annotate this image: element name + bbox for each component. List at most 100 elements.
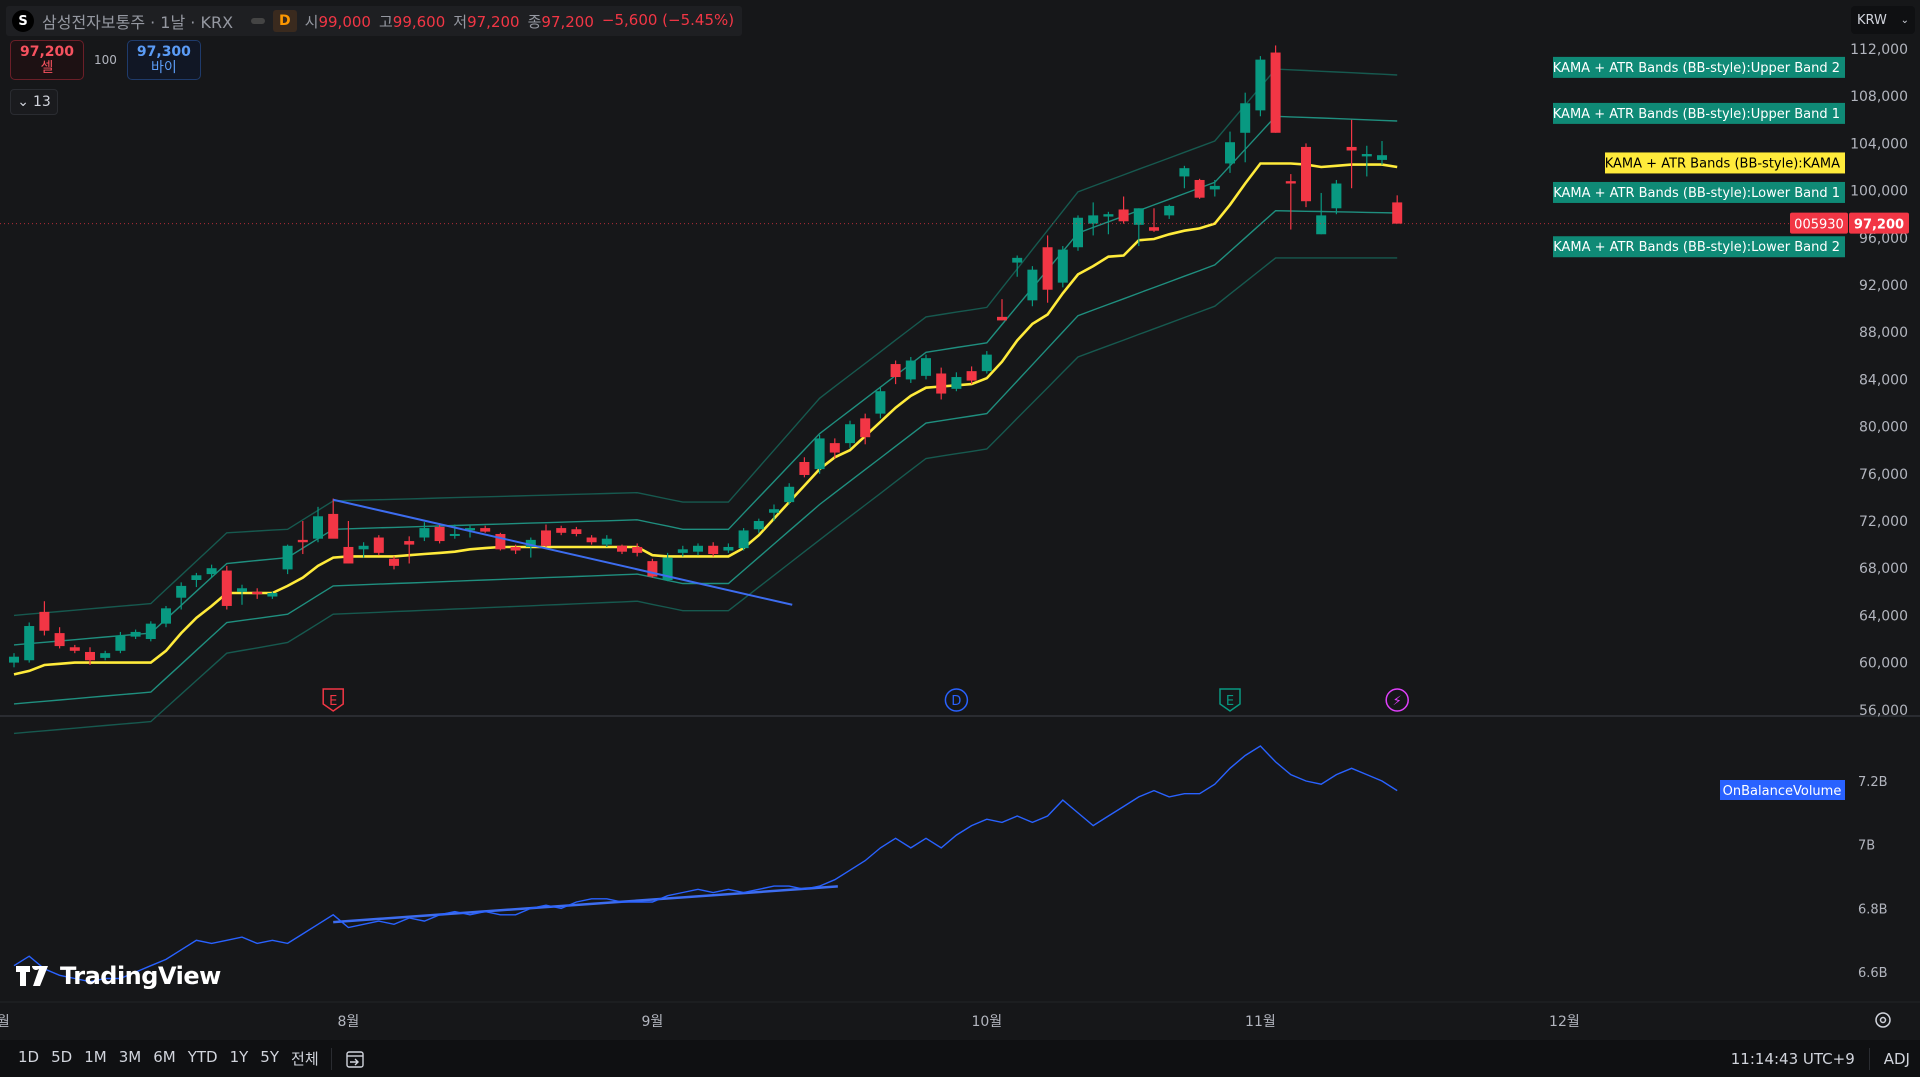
tradingview-logo[interactable]: TradingView [16,962,221,990]
candle-body [297,539,308,543]
sell-price: 97,200 [19,44,75,60]
chart-canvas[interactable]: 112,000108,000104,000100,00096,00092,000… [0,0,1920,1040]
candle-body [313,516,323,539]
time-tick-label: 11월 [1245,1014,1276,1030]
candle-body [997,316,1007,321]
tradingview-logo-icon [16,966,48,986]
range-3m[interactable]: 3M [113,1048,148,1069]
candle-body [373,537,384,553]
candle-body [860,418,871,438]
adjust-toggle[interactable]: ADJ [1884,1050,1910,1068]
candle [1301,143,1311,208]
price-tick-label: 100,000 [1850,184,1908,200]
candle-body [145,623,156,639]
candle-body [449,533,460,536]
range-1d[interactable]: 1D [12,1048,45,1069]
ohlc-values: 시99,000 고99,600 저97,200 종97,200 −5,600 (… [305,11,734,32]
close-value: 97,200 [541,12,594,31]
close-key: 종 [527,12,542,31]
candle [905,356,916,383]
candle-body [419,528,430,538]
price-tick-label: 108,000 [1850,89,1908,105]
data-badge[interactable]: D [273,10,297,32]
candle-body [115,635,126,651]
candle-body [237,588,247,592]
price-tick-label: 68,000 [1859,561,1908,577]
candle-body [9,656,19,663]
candle [495,532,506,551]
open-key: 시 [304,12,319,31]
symbol-legend[interactable]: S 삼성전자보통주 · 1날 · KRX D 시99,000 고99,600 저… [6,6,743,36]
candle-body [951,377,962,389]
candle-body [282,545,293,570]
symbol-logo: S [12,10,34,32]
indicators-collapse-button[interactable]: ⌄ 13 [10,89,58,115]
indicator-tag-lower2: KAMA + ATR Bands (BB-style):Lower Band 2 [1553,236,1845,258]
candle-body [267,592,278,597]
order-quantity[interactable]: 100 [94,53,117,67]
price-tick-label: 80,000 [1859,420,1908,436]
candle-body [1012,257,1023,263]
high-key: 고 [378,12,393,31]
range-ytd[interactable]: YTD [182,1048,224,1069]
trade-buttons: 97,200 셀 100 97,300 바이 [10,40,201,80]
candle-body [708,545,719,555]
candle-body [1361,154,1372,157]
price-tick-label: 112,000 [1850,42,1908,58]
event-letter: ⚡ [1393,694,1402,709]
buy-button[interactable]: 97,300 바이 [126,40,201,80]
candle-body [206,568,217,575]
price-tick-label: 64,000 [1859,608,1908,624]
candle-body [176,585,187,598]
candle [738,528,749,551]
candle-body [541,530,551,546]
event-marker-news[interactable]: ⚡ [1385,688,1409,712]
candle-body [845,424,855,444]
obv-tick-label: 7B [1858,839,1875,854]
candle-body [343,546,354,564]
candle-body [829,443,840,453]
range-1m[interactable]: 1M [78,1048,113,1069]
clock-time[interactable]: 11:14:43 UTC+9 [1731,1050,1855,1068]
open-value: 99,000 [318,12,371,31]
candle [921,354,931,380]
candle-body [617,545,627,552]
candle-body [1088,215,1099,224]
candle-body [1164,205,1175,216]
event-letter: E [1226,694,1234,709]
event-marker-dividend[interactable]: D [944,688,969,712]
candle-body [161,608,171,624]
candle [1027,266,1038,307]
candle [647,558,658,578]
range-1y[interactable]: 1Y [224,1048,255,1069]
candle-body [1027,269,1038,301]
event-letter: D [951,694,961,709]
range-all[interactable]: 전체 [285,1048,325,1069]
candle-body [24,626,35,661]
go-to-date-icon[interactable] [338,1048,372,1070]
range-5y[interactable]: 5Y [254,1048,285,1069]
range-buttons: 1D 5D 1M 3M 6M YTD 1Y 5Y 전체 [0,1048,325,1069]
candle-body [1377,155,1387,160]
sell-button[interactable]: 97,200 셀 [10,40,84,80]
symbol-title[interactable]: 삼성전자보통주 · 1날 · KRX [42,9,233,33]
watermark-text: TradingView [60,962,221,990]
candle-body [480,528,491,532]
candle-body [1133,208,1144,225]
tag-text: KAMA + ATR Bands (BB-style):Upper Band 1 [1553,107,1840,122]
candle-body [1103,214,1114,217]
price-axis[interactable]: 112,000108,000104,000100,00096,00092,000… [1850,42,1908,719]
currency-select[interactable]: KRW ⌄ [1851,6,1915,34]
range-6m[interactable]: 6M [147,1048,182,1069]
candle [1073,215,1083,251]
time-tick-label: 12월 [1549,1014,1580,1030]
range-5d[interactable]: 5D [45,1048,78,1069]
candle-body [556,528,567,533]
low-key: 저 [453,12,468,31]
candle-body [753,521,764,530]
bottom-toolbar: 1D 5D 1M 3M 6M YTD 1Y 5Y 전체 11:14:43 UTC… [0,1040,1920,1077]
tag-text: KAMA + ATR Bands (BB-style):Lower Band 2 [1553,240,1840,255]
candle-body [100,653,111,658]
candle-body [434,526,445,542]
price-tick-label: 60,000 [1859,656,1908,672]
